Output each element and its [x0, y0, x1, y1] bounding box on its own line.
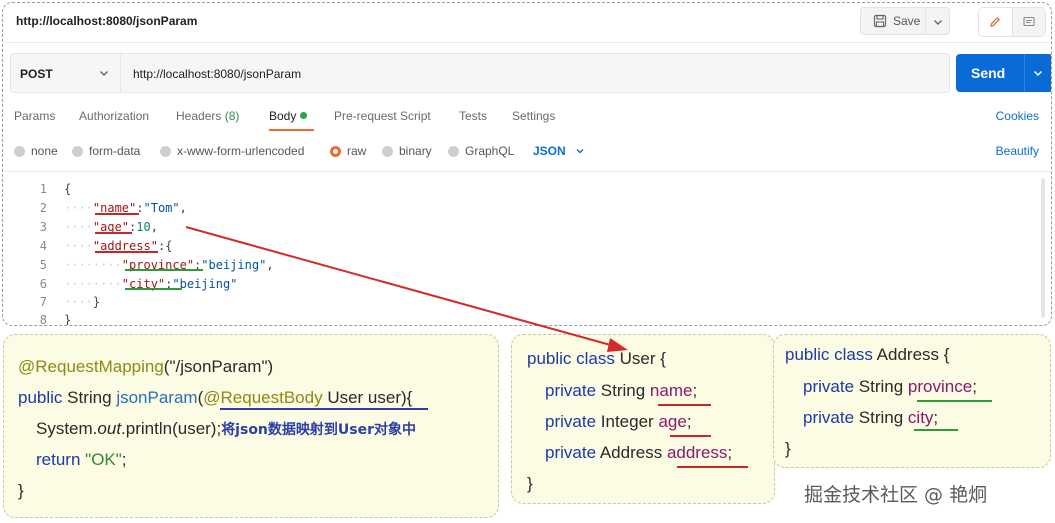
radio-form-data[interactable]: form-data — [72, 144, 140, 158]
request-tabs: Params Authorization Headers (8) Body Pr… — [3, 103, 1051, 131]
radio-none[interactable]: none — [14, 144, 58, 158]
beautify-link[interactable]: Beautify — [996, 144, 1039, 158]
field-province-line: private String province; — [803, 377, 977, 396]
postman-request-panel: http://localhost:8080/jsonParam Save POS… — [2, 2, 1052, 326]
radio-urlencoded[interactable]: x-www-form-urlencoded — [160, 144, 304, 158]
field-name-line: private String name; — [545, 381, 698, 400]
chevron-down-icon — [576, 149, 584, 154]
user-class-declaration: public class User { — [527, 349, 666, 368]
request-title-bar: http://localhost:8080/jsonParam Save — [3, 3, 1051, 43]
raw-format-select[interactable]: JSON — [533, 144, 586, 158]
comment-icon[interactable] — [1011, 8, 1045, 36]
headers-count: (8) — [224, 109, 240, 123]
closing-brace: } — [785, 439, 791, 458]
address-class-note: public class Address { private String pr… — [773, 334, 1051, 468]
watermark: 掘金技术社区 @ 艳炯 — [804, 484, 988, 506]
tab-headers[interactable]: Headers (8) — [176, 109, 239, 123]
save-button[interactable]: Save — [860, 7, 950, 35]
mapping-explanation: 将json数据映射到User对象中 — [221, 422, 417, 438]
radio-graphql[interactable]: GraphQL — [448, 144, 514, 158]
tab-prerequest-script[interactable]: Pre-request Script — [334, 109, 431, 123]
chevron-down-icon — [97, 66, 111, 80]
user-class-note: public class User { private String name;… — [511, 334, 775, 504]
closing-brace: } — [527, 474, 533, 493]
chevron-down-icon[interactable] — [1031, 66, 1045, 80]
cookies-link[interactable]: Cookies — [996, 109, 1039, 123]
address-class-declaration: public class Address { — [785, 345, 950, 364]
field-address-line: private Address address; — [545, 443, 733, 462]
save-icon — [873, 14, 887, 28]
view-mode-toggle[interactable] — [978, 7, 1046, 37]
method-select[interactable]: POST — [11, 54, 121, 92]
editor-scrollbar[interactable] — [1041, 178, 1045, 318]
tab-body[interactable]: Body — [269, 109, 308, 123]
chevron-down-icon[interactable] — [931, 15, 945, 29]
tab-params[interactable]: Params — [14, 109, 55, 123]
active-tab-indicator — [269, 129, 314, 131]
controller-code-note: @RequestMapping("/jsonParam") public Str… — [3, 334, 499, 518]
method-signature-line: public String jsonParam(@RequestBody Use… — [18, 388, 413, 407]
body-type-selector: none form-data x-www-form-urlencoded raw… — [3, 140, 1051, 164]
field-city-line: private String city; — [803, 408, 939, 427]
send-label: Send — [971, 65, 1006, 81]
tab-tests[interactable]: Tests — [459, 109, 487, 123]
radio-binary[interactable]: binary — [382, 144, 432, 158]
send-button[interactable]: Send — [956, 54, 1051, 92]
save-label: Save — [893, 14, 921, 28]
request-mapping-line: @RequestMapping("/jsonParam") — [18, 357, 274, 376]
tab-authorization[interactable]: Authorization — [79, 109, 149, 123]
tab-settings[interactable]: Settings — [512, 109, 555, 123]
url-input[interactable]: http://localhost:8080/jsonParam — [133, 67, 301, 81]
return-line: return "OK"; — [36, 450, 127, 469]
radio-raw[interactable]: raw — [330, 144, 366, 158]
pencil-icon[interactable] — [979, 8, 1012, 36]
request-tab-title[interactable]: http://localhost:8080/jsonParam — [16, 14, 197, 28]
println-line: System.out.println(user);将json数据映射到User对… — [36, 419, 417, 438]
json-body-editor[interactable]: 1{ 2 ····"name":"Tom", 3 ····"age":10, 4 ··… — [3, 171, 1051, 325]
closing-brace: } — [18, 481, 24, 500]
method-label: POST — [20, 67, 53, 81]
url-bar: POST http://localhost:8080/jsonParam — [10, 53, 950, 93]
field-age-line: private Integer age; — [545, 412, 692, 431]
body-status-dot — [300, 112, 308, 119]
